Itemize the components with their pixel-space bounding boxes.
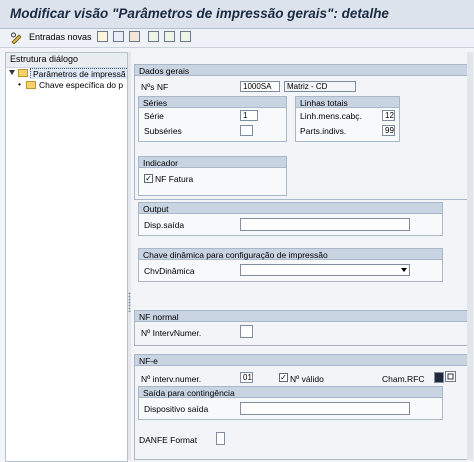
contingency-header: Saída para contingência [138,386,443,398]
serie-label: Série [144,111,164,121]
copy-icon[interactable] [97,31,108,42]
nfe-interval-label: Nº interv.numer. [141,374,202,384]
delete-icon[interactable] [113,31,124,42]
individual-parts-input[interactable]: 99 [382,125,395,136]
chevron-down-icon[interactable] [401,268,407,272]
tree-item-specific-key[interactable]: • Chave específica do p [6,80,127,91]
dialog-structure-panel: Estrutura diálogo Parâmetros de impressã… [5,52,128,462]
new-entries-button[interactable]: Entradas novas [29,32,92,42]
splitter-grip[interactable] [128,292,131,312]
title-bar: Modificar visão "Parâmetros de impressão… [0,0,474,29]
tree-bullet: • [18,80,21,89]
expand-triangle-icon[interactable] [9,70,15,75]
deselect-all-icon[interactable] [180,31,191,42]
output-device-label: Disp.saída [144,220,185,230]
individual-parts-label: Parts.indivs. [300,126,347,136]
indicator-header: Indicador [138,156,287,168]
detail-form: Dados gerais Nºs NF 1000SA Matriz - CD S… [132,52,474,462]
nfe-valid-label: Nº válido [290,374,324,384]
header-lines-label: Linh.mens.cabç. [300,111,362,121]
subseries-input[interactable] [240,125,253,136]
dynamic-key-dropdown[interactable] [240,264,410,276]
folder-icon [26,81,36,89]
nf-fatura-label: NF Fatura [155,174,194,184]
nfe-header: NF-e [134,354,470,366]
series-header: Séries [138,96,287,108]
general-data-header: Dados gerais [134,64,470,76]
undo-change-icon[interactable] [129,31,140,42]
danfe-format-input[interactable] [216,432,225,445]
application-toolbar: Entradas novas [0,29,474,48]
rfc-call-input[interactable] [434,372,444,383]
nf-fatura-checkbox[interactable]: ✓ [144,174,153,183]
subseries-label: Subséries [144,126,182,136]
nf-input[interactable]: 1000SA [240,81,280,92]
pencil-glasses-icon[interactable] [10,32,23,44]
folder-open-icon [18,69,28,77]
tree-item-print-params[interactable]: Parâmetros de impressã [6,68,127,79]
serie-input[interactable]: 1 [240,110,258,121]
nf-label: Nºs NF [141,82,169,92]
nf-description: Matriz - CD [284,81,356,92]
tree-item-label: Parâmetros de impressã [30,68,127,79]
select-block-icon[interactable] [164,31,175,42]
danfe-format-label: DANFE Format [139,435,198,445]
total-lines-header: Linhas totais [295,96,400,108]
dynamic-key-label: ChvDinâmica [144,266,195,276]
nf-normal-interval-label: Nº IntervNumer. [141,328,202,338]
output-header: Output [138,202,443,214]
header-lines-input[interactable]: 12 [382,110,395,121]
input-help-icon[interactable] [445,371,456,382]
dynamic-key-header: Chave dinâmica para configuração de impr… [138,248,443,260]
page-title: Modificar visão "Parâmetros de impressão… [10,6,389,21]
nf-normal-interval-input[interactable] [240,325,253,338]
rfc-call-label: Cham.RFC [382,374,425,384]
contingency-device-label: Dispositivo saída [144,404,209,414]
vertical-scrollbar[interactable] [467,52,473,460]
output-device-input[interactable] [240,218,410,231]
nfe-valid-checkbox[interactable]: ✓ [279,373,288,382]
panel-splitter[interactable] [128,52,131,460]
dialog-structure-header: Estrutura diálogo [6,53,127,68]
nfe-interval-input[interactable]: 01 [240,372,253,383]
contingency-device-input[interactable] [240,402,410,415]
tree-item-label: Chave específica do p [39,80,124,90]
select-all-icon[interactable] [148,31,159,42]
nf-normal-header: NF normal [134,310,470,322]
